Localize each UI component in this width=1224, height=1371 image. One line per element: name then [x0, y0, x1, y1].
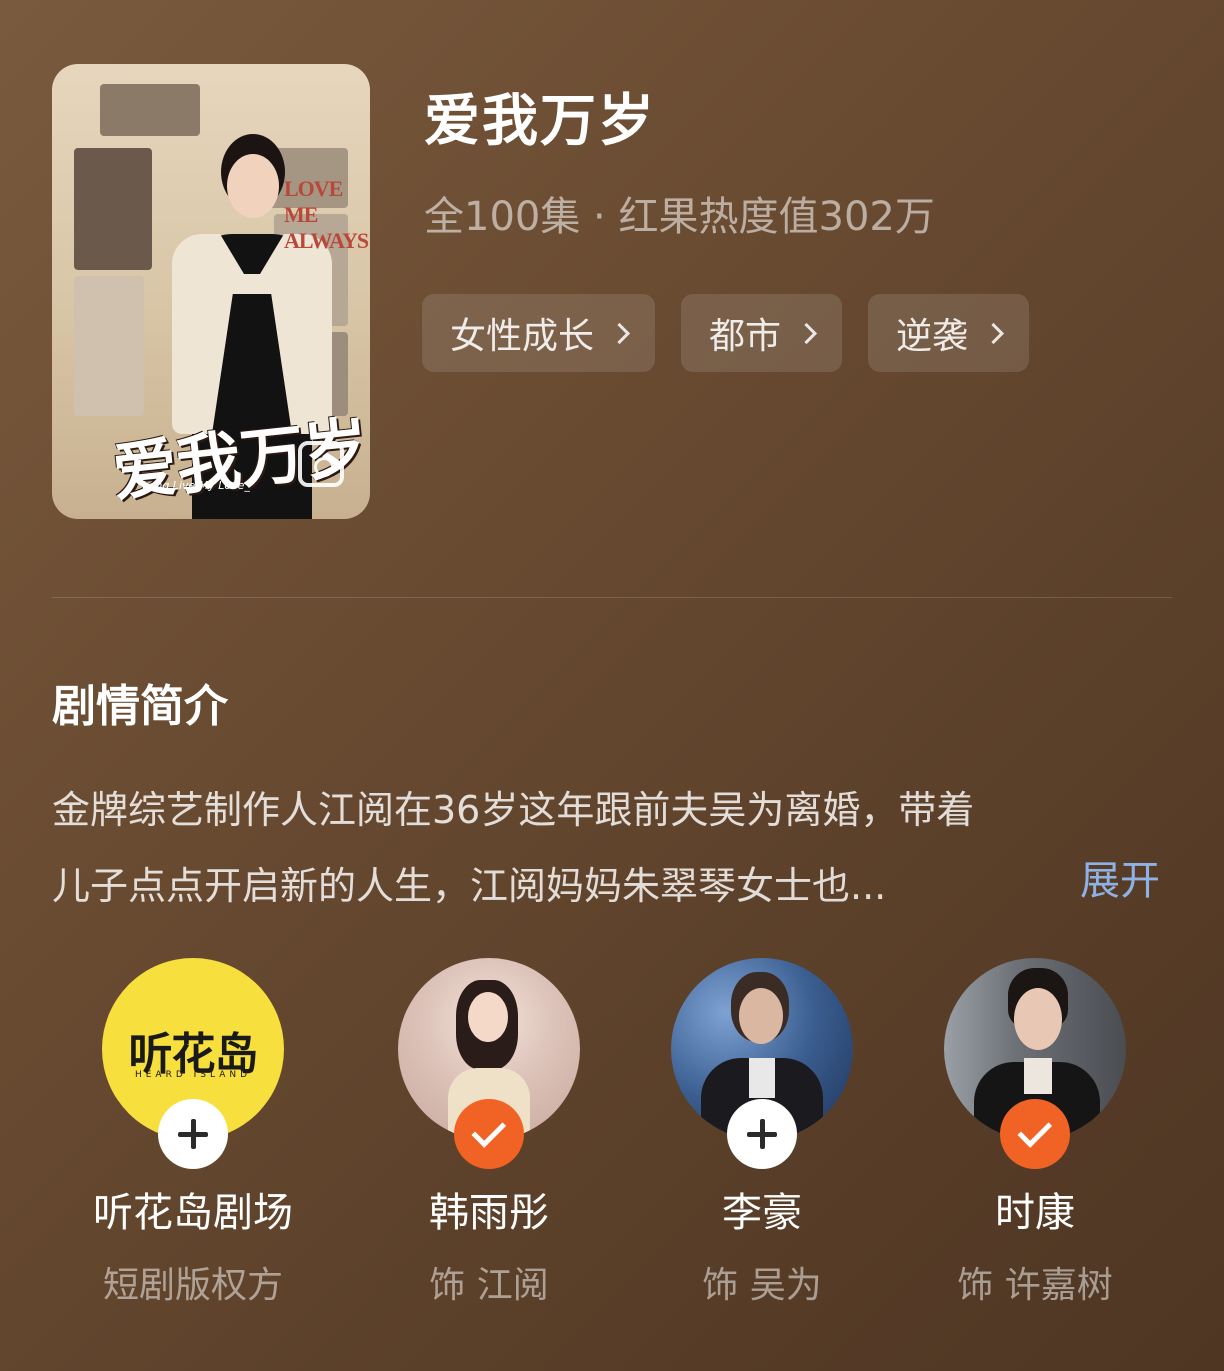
chevron-right-icon [795, 322, 818, 344]
drama-meta: 全100集 · 红果热度值302万 [424, 194, 935, 240]
cast-name: 韩雨彤 [429, 1190, 549, 1236]
poster-collage-tile [74, 148, 152, 270]
cast-role: 饰 许嘉树 [957, 1265, 1113, 1306]
expand-link[interactable]: 展开 [1080, 848, 1160, 906]
synopsis-heading: 剧情简介 [52, 681, 228, 732]
tag-comeback[interactable]: 逆袭 [868, 294, 1030, 372]
drama-title: 爱我万岁 [424, 89, 656, 154]
cast-member-actor[interactable]: 时康 饰 许嘉树 [905, 958, 1165, 1308]
cast-role: 饰 江阅 [429, 1265, 549, 1306]
tag-female-growth[interactable]: 女性成长 [422, 294, 656, 372]
tag-label: 都市 [709, 316, 782, 357]
photo-shirt-shape [1024, 1058, 1052, 1094]
tag-label: 逆袭 [896, 316, 969, 357]
synopsis-line: 儿子点点开启新的人生，江阅妈妈朱翠琴女士也... [52, 864, 887, 908]
cast-member-actor[interactable]: 韩雨彤 饰 江阅 [359, 958, 619, 1308]
poster-collage-tile [74, 276, 144, 416]
tag-urban[interactable]: 都市 [681, 294, 843, 372]
cast-member-producer[interactable]: 听花岛 HEARD ISLAND 听花岛剧场 短剧版权方 [63, 958, 323, 1308]
drama-poster[interactable]: LOVE ME ALWAYS 爱我万岁 _Long Live My Love_ [52, 64, 370, 519]
poster-english-title: LOVE ME ALWAYS [284, 176, 369, 253]
avatar[interactable] [398, 958, 580, 1169]
section-divider [52, 597, 1172, 598]
genre-tags: 女性成长 都市 逆袭 [422, 294, 1030, 372]
following-check-icon[interactable] [454, 1099, 524, 1169]
cast-name: 李豪 [722, 1190, 802, 1236]
cast-role: 饰 吴为 [702, 1265, 822, 1306]
following-check-icon[interactable] [1000, 1099, 1070, 1169]
photo-face-shape [739, 988, 783, 1044]
cast-member-actor[interactable]: 李豪 饰 吴为 [632, 958, 892, 1308]
photo-shirt-shape [749, 1058, 775, 1098]
poster-collage-tile [100, 84, 200, 136]
synopsis-line: 金牌综艺制作人江阅在36岁这年跟前夫吴为离婚，带着 [52, 788, 975, 832]
chevron-right-icon [982, 322, 1005, 344]
cast-role: 短剧版权方 [102, 1265, 283, 1306]
logo-subtext: HEARD ISLAND [134, 1070, 252, 1080]
cast-name: 时康 [995, 1190, 1075, 1236]
chevron-right-icon [608, 322, 631, 344]
tag-label: 女性成长 [450, 316, 595, 357]
follow-plus-icon[interactable] [727, 1099, 797, 1169]
poster-subtitle: _Long Live My Love_ [137, 479, 250, 492]
image-gallery-icon[interactable] [298, 441, 344, 487]
follow-plus-icon[interactable] [158, 1099, 228, 1169]
avatar[interactable]: 听花岛 HEARD ISLAND [102, 958, 284, 1169]
photo-face-shape [1014, 988, 1062, 1050]
photo-face-shape [468, 992, 508, 1042]
avatar[interactable] [671, 958, 853, 1169]
avatar[interactable] [944, 958, 1126, 1169]
synopsis-text: 金牌综艺制作人江阅在36岁这年跟前夫吴为离婚，带着 儿子点点开启新的人生，江阅妈… [52, 772, 1172, 924]
poster-figure-head [227, 154, 279, 218]
cast-name: 听花岛剧场 [93, 1190, 293, 1236]
